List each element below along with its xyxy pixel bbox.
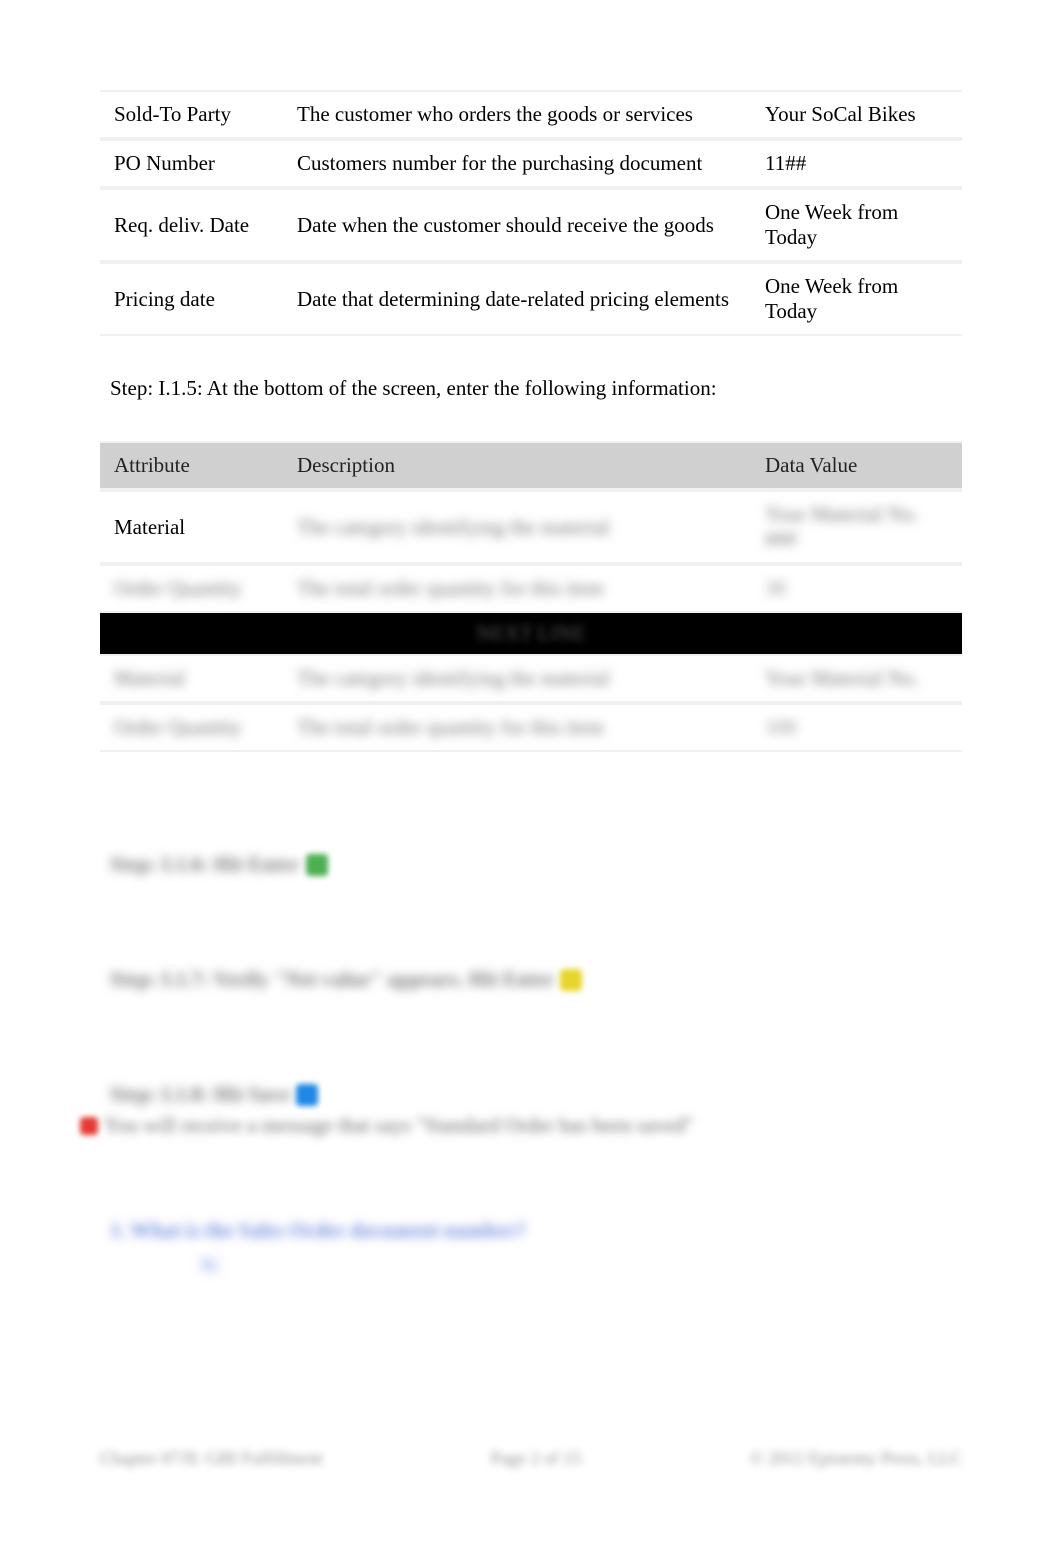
enter-icon: [306, 854, 328, 876]
footer-right: © 2012 Epistemy Press, LLC: [750, 1448, 962, 1469]
header-attr: Attribute: [100, 441, 283, 490]
attr-cell-blurred: Order Quantity: [100, 703, 283, 752]
save-icon: [296, 1084, 318, 1106]
desc-cell-blurred: The category identifying the material: [283, 654, 751, 703]
table-row: Req. deliv. Date Date when the customer …: [100, 188, 962, 262]
val-cell-blurred: Your Material No.: [751, 654, 962, 703]
desc-cell-blurred: The total order quantity for this item: [283, 703, 751, 752]
val-cell: 11##: [751, 139, 962, 188]
blurred-message-text: You will receive a message that says "St…: [104, 1113, 693, 1138]
table-row-blurred: Material The category identifying the ma…: [100, 654, 962, 703]
blurred-step-1-text: Step: I.1.6: Hit Enter: [110, 852, 300, 877]
table-row: Material The category identifying the ma…: [100, 490, 962, 564]
footer-mid: Page 2 of 15: [491, 1448, 581, 1469]
attr-cell: PO Number: [100, 139, 283, 188]
val-cell-blurred: 100: [751, 703, 962, 752]
blurred-step-2-text: Step: I.1.7: Verify "Net value" appears.…: [110, 967, 554, 992]
val-cell: Your SoCal Bikes: [751, 90, 962, 139]
attributes-table-2: Attribute Description Data Value Materia…: [100, 441, 962, 752]
val-cell: One Week from Today: [751, 188, 962, 262]
table-row: Pricing date Date that determining date-…: [100, 262, 962, 336]
desc-cell: Date when the customer should receive th…: [283, 188, 751, 262]
table-banner-row: NEXT LINE: [100, 613, 962, 654]
blurred-question-sub: N:: [200, 1253, 962, 1278]
desc-cell-blurred: The total order quantity for this item: [283, 564, 751, 613]
desc-cell-blurred: The category identifying the material: [283, 490, 751, 564]
attr-cell-blurred: Order Quantity: [100, 564, 283, 613]
table-row: PO Number Customers number for the purch…: [100, 139, 962, 188]
val-cell-blurred: 30: [751, 564, 962, 613]
header-desc: Description: [283, 441, 751, 490]
table-header-row: Attribute Description Data Value: [100, 441, 962, 490]
blurred-question: 1. What is the Sales Order document numb…: [110, 1218, 962, 1243]
footer-left: Chapter 07/II: GBI Fulfillment: [100, 1448, 322, 1469]
enter-icon: [560, 969, 582, 991]
table-row: Sold-To Party The customer who orders th…: [100, 90, 962, 139]
blurred-message: You will receive a message that says "St…: [80, 1113, 962, 1138]
header-val: Data Value: [751, 441, 962, 490]
blurred-step-2: Step: I.1.7: Verify "Net value" appears.…: [110, 967, 962, 992]
attributes-table-1: Sold-To Party The customer who orders th…: [100, 90, 962, 336]
desc-cell: The customer who orders the goods or ser…: [283, 90, 751, 139]
table-row-blurred: Order Quantity The total order quantity …: [100, 703, 962, 752]
attr-cell-blurred: Material: [100, 654, 283, 703]
alert-icon: [80, 1117, 98, 1135]
desc-cell: Date that determining date-related prici…: [283, 262, 751, 336]
val-cell: One Week from Today: [751, 262, 962, 336]
attr-cell: Sold-To Party: [100, 90, 283, 139]
table-row-blurred: Order Quantity The total order quantity …: [100, 564, 962, 613]
desc-cell: Customers number for the purchasing docu…: [283, 139, 751, 188]
blurred-step-1: Step: I.1.6: Hit Enter: [110, 852, 962, 877]
banner-cell: NEXT LINE: [100, 613, 962, 654]
page-footer: Chapter 07/II: GBI Fulfillment Page 2 of…: [100, 1448, 962, 1469]
attr-cell: Req. deliv. Date: [100, 188, 283, 262]
attr-cell: Pricing date: [100, 262, 283, 336]
step-instruction: Step: I.1.5: At the bottom of the screen…: [110, 376, 962, 401]
attr-cell: Material: [100, 490, 283, 564]
blurred-step-3: Step: I.1.8: Hit Save: [110, 1082, 962, 1107]
val-cell-blurred: Your Material No. ###: [751, 490, 962, 564]
blurred-step-3-text: Step: I.1.8: Hit Save: [110, 1082, 290, 1107]
